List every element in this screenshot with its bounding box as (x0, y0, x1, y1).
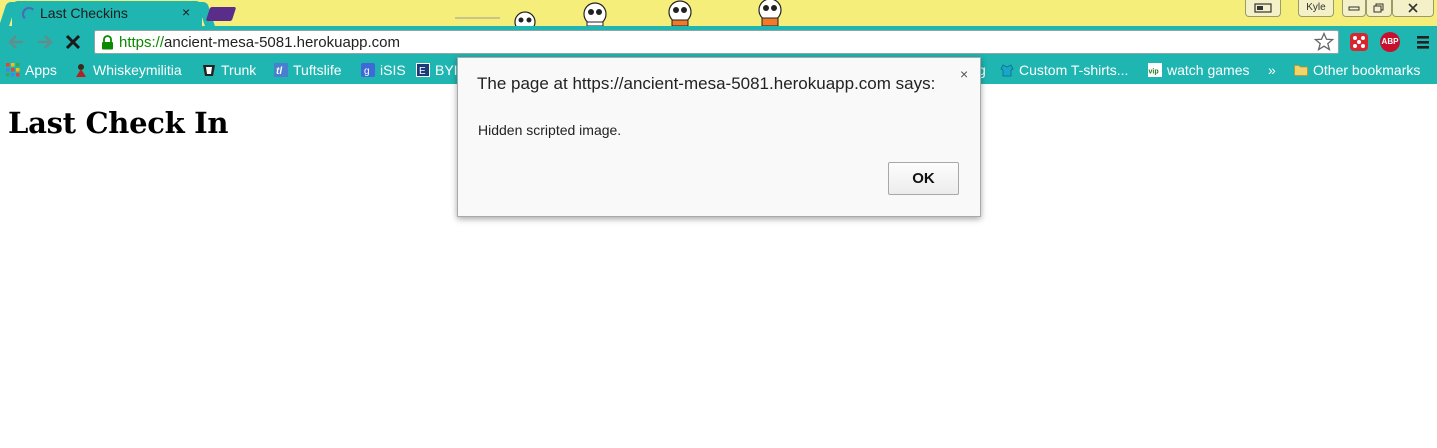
bookmark-label: Tuftslife (293, 62, 342, 78)
close-icon (1408, 3, 1418, 13)
bookmark-byi[interactable]: E BYI (416, 62, 458, 82)
alert-dialog: The page at https://ancient-mesa-5081.he… (457, 57, 981, 217)
menu-button[interactable] (1413, 32, 1433, 52)
custom-tshirts-icon (1000, 64, 1014, 77)
dialog-close-icon[interactable]: × (960, 66, 968, 82)
trunk-icon (203, 65, 215, 76)
extension-dice-icon (1350, 33, 1368, 51)
stop-icon (65, 34, 81, 50)
browser-toolbar: https://ancient-mesa-5081.herokuapp.com … (0, 26, 1437, 59)
restore-icon (1373, 3, 1384, 13)
close-window-button[interactable] (1392, 0, 1434, 17)
extension-dice-button[interactable] (1349, 32, 1369, 52)
forward-arrow-icon (38, 35, 53, 49)
svg-text:vip: vip (1149, 69, 1159, 76)
bookmark-other-bookmarks[interactable]: Other bookmarks (1294, 62, 1420, 82)
dialog-message: Hidden scripted image. (478, 122, 622, 138)
star-icon[interactable] (1314, 32, 1334, 52)
stop-button[interactable] (62, 31, 84, 53)
svg-text:tl: tl (276, 66, 282, 77)
bookmark-isis[interactable]: g iSIS (361, 62, 406, 82)
bookmark-whiskeymilitia[interactable]: Whiskeymilitia (74, 62, 182, 82)
folder-icon (1294, 65, 1308, 76)
menu-icon (1417, 36, 1429, 49)
tab-last-checkins[interactable]: Last Checkins × (12, 1, 202, 26)
byi-icon: E (416, 63, 430, 77)
theme-cartoon-art (455, 0, 782, 26)
bookmark-label: Apps (25, 62, 57, 78)
new-tab-button[interactable] (205, 7, 237, 21)
forward-button[interactable] (33, 31, 55, 53)
adblock-plus-icon[interactable]: ABP (1380, 32, 1400, 52)
page-heading: Last Check In (8, 106, 229, 140)
loading-spinner-icon (22, 7, 36, 21)
bookmark-tuftslife[interactable]: tl Tuftslife (274, 62, 342, 82)
apps-grid-icon (6, 63, 20, 77)
bookmark-watch-games[interactable]: vip watch games (1148, 62, 1249, 82)
profile-button[interactable]: Kyle (1298, 0, 1334, 17)
bookmark-label: Trunk (221, 62, 257, 78)
minimize-button[interactable] (1342, 0, 1366, 17)
ok-button[interactable]: OK (888, 162, 959, 195)
minimize-icon (1348, 6, 1360, 11)
svg-text:g: g (364, 66, 370, 77)
back-button[interactable] (6, 31, 28, 53)
dialog-title: The page at https://ancient-mesa-5081.he… (477, 74, 936, 93)
bookmark-label: iSIS (380, 62, 406, 78)
bookmark-label: watch games (1167, 62, 1250, 78)
vip-icon: vip (1148, 63, 1162, 77)
browser-titlebar: Last Checkins × Kyle (0, 0, 1437, 26)
whiskeymilitia-icon (76, 64, 86, 77)
lock-icon (102, 35, 113, 50)
tuftslife-icon: tl (274, 63, 288, 77)
window-switcher-icon (1254, 3, 1272, 13)
bookmarks-overflow-chevron[interactable]: » (1268, 62, 1276, 82)
address-bar[interactable]: https://ancient-mesa-5081.herokuapp.com (94, 30, 1339, 54)
tab-close-icon[interactable]: × (182, 4, 190, 20)
bookmark-label: BYI (435, 62, 458, 78)
window-switcher-button[interactable] (1245, 0, 1281, 17)
address-url[interactable]: https://ancient-mesa-5081.herokuapp.com (119, 34, 400, 51)
bookmark-trunk[interactable]: Trunk (202, 62, 256, 82)
bookmark-label: Whiskeymilitia (93, 62, 182, 78)
url-scheme: https:// (119, 34, 165, 51)
isis-icon: g (361, 63, 375, 77)
maximize-button[interactable] (1366, 0, 1392, 17)
url-host: ancient-mesa-5081.herokuapp.com (164, 34, 401, 51)
bookmark-label: Other bookmarks (1313, 62, 1421, 78)
bookmark-label: Custom T-shirts... (1019, 62, 1129, 78)
bookmark-custom-tshirts[interactable]: Custom T-shirts... (1000, 62, 1128, 82)
svg-text:E: E (419, 66, 426, 77)
tab-title: Last Checkins (40, 5, 128, 21)
back-arrow-icon (8, 35, 23, 49)
bookmark-apps[interactable]: Apps (6, 62, 57, 82)
